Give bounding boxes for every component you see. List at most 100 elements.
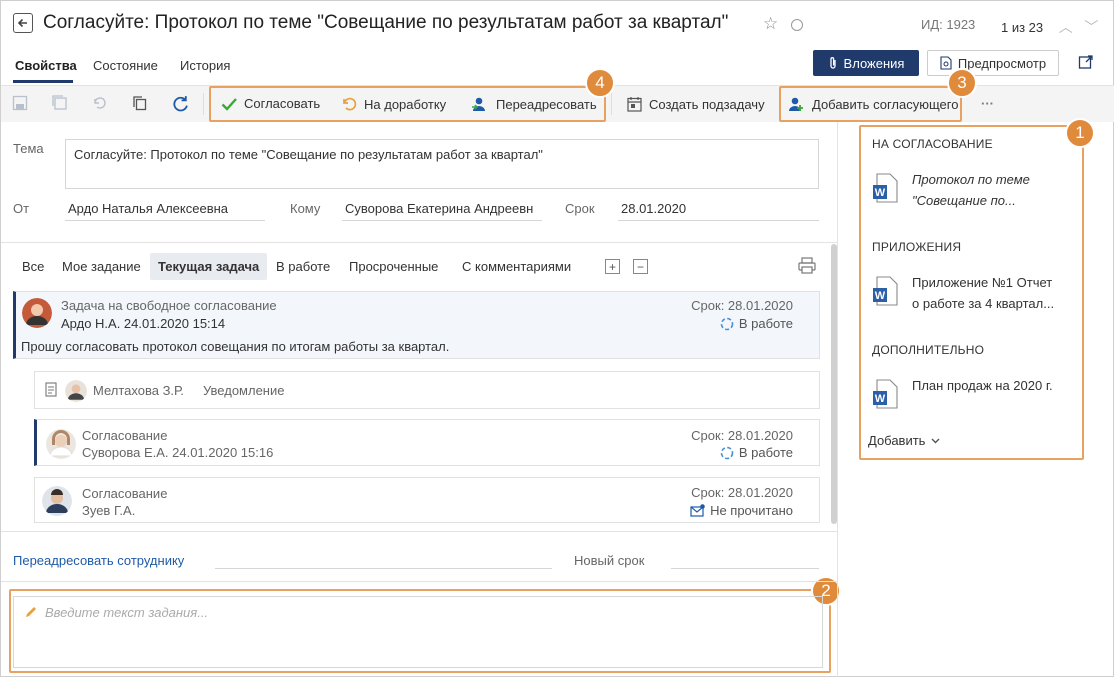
add-label: Добавить <box>868 433 926 448</box>
attachments-button[interactable]: Вложения <box>813 50 919 76</box>
pager: 1 из 23 ︿ ﹀ <box>1001 17 1098 37</box>
filter-current-task[interactable]: Текущая задача <box>150 253 268 280</box>
svg-text:W: W <box>875 187 886 199</box>
chevron-down-icon[interactable]: ﹀ <box>1084 19 1098 35</box>
subtask-title: Согласование <box>82 428 168 443</box>
subtask-due: Срок: 28.01.2020 <box>691 428 793 443</box>
star-icon[interactable]: ☆ <box>763 14 778 34</box>
filter-overdue[interactable]: Просроченные <box>349 259 438 274</box>
task-due: Срок: 28.01.2020 <box>691 298 793 313</box>
subtask-status-label: В работе <box>738 445 793 460</box>
new-due-label: Новый срок <box>574 553 645 568</box>
panel-divider <box>837 122 838 677</box>
active-tab-indicator <box>13 80 73 83</box>
preview-label: Предпросмотр <box>957 55 1047 71</box>
new-due-input-line[interactable] <box>671 568 819 569</box>
avatar <box>65 380 87 402</box>
task-status: В работе <box>720 316 793 331</box>
subtask-status: Не прочитано <box>690 503 793 518</box>
subtask-status-label: Не прочитано <box>710 503 793 518</box>
employee-input-line[interactable] <box>215 568 552 569</box>
filter-with-comments[interactable]: С комментариями <box>462 259 571 274</box>
spinner-icon <box>720 317 734 330</box>
task-author: Ардо Н.А. 24.01.2020 15:14 <box>61 316 226 331</box>
word-document-icon: W <box>873 276 898 306</box>
attachment-line2: о работе за 4 квартал... <box>912 296 1055 311</box>
theme-field[interactable]: Согласуйте: Протокол по теме "Совещание … <box>65 139 819 189</box>
calendar-task-icon <box>627 97 642 112</box>
tab-properties[interactable]: Свойства <box>15 58 77 73</box>
undo-icon[interactable] <box>91 94 109 112</box>
copy-icon[interactable] <box>131 94 149 112</box>
avatar <box>22 298 52 328</box>
forward-employee-link[interactable]: Переадресовать сотруднику <box>13 553 184 568</box>
tab-history[interactable]: История <box>180 58 230 73</box>
notice-type: Уведомление <box>203 383 285 398</box>
highlight-box-3 <box>779 86 962 122</box>
status-circle-icon[interactable] <box>791 19 803 31</box>
arrow-left-icon <box>17 18 27 28</box>
svg-text:W: W <box>875 393 886 405</box>
approval-doc-line1: Протокол по теме <box>912 172 1030 187</box>
word-document-icon: W <box>873 379 898 409</box>
avatar <box>42 486 72 516</box>
save-copy-icon[interactable] <box>51 94 69 112</box>
composer-placeholder: Введите текст задания... <box>45 605 209 620</box>
tab-state[interactable]: Состояние <box>93 58 158 73</box>
toolbar-separator <box>611 93 612 115</box>
callout-badge-1: 1 <box>1065 118 1095 148</box>
filter-in-progress[interactable]: В работе <box>276 259 330 274</box>
due-field[interactable]: 28.01.2020 <box>618 201 819 221</box>
subtask-due: Срок: 28.01.2020 <box>691 485 793 500</box>
pager-text: 1 из 23 <box>1001 20 1044 35</box>
section-divider <box>1 242 837 243</box>
task-text-composer[interactable]: Введите текст задания... <box>13 596 823 668</box>
subtask-author: Зуев Г.А. <box>82 503 136 518</box>
more-button[interactable]: ··· <box>981 96 994 111</box>
to-field[interactable]: Суворова Екатерина Андреевн <box>342 201 542 221</box>
chevron-up-icon[interactable]: ︿ <box>1059 19 1073 35</box>
expand-all-icon[interactable]: + <box>605 259 620 274</box>
document-icon <box>45 382 57 397</box>
from-field[interactable]: Ардо Наталья Алексеевна <box>65 201 265 221</box>
task-status-label: В работе <box>738 316 793 331</box>
avatar <box>46 429 76 459</box>
attachment-line1: Приложение №1 Отчет <box>912 275 1053 290</box>
collapse-all-icon[interactable]: − <box>633 259 648 274</box>
toolbar-separator <box>203 93 204 115</box>
back-button[interactable] <box>13 13 33 33</box>
due-label: Срок <box>565 201 595 216</box>
main-task-card[interactable]: Задача на свободное согласование Ардо Н.… <box>13 291 820 359</box>
subtask-card[interactable]: Согласование Зуев Г.А. Срок: 28.01.2020 … <box>34 477 820 523</box>
refresh-icon[interactable] <box>171 94 189 112</box>
word-document-icon: W <box>873 173 898 203</box>
theme-label: Тема <box>13 141 44 156</box>
task-text: Прошу согласовать протокол совещания по … <box>21 339 450 354</box>
chevron-down-icon <box>931 438 940 443</box>
highlight-box-4 <box>209 86 606 122</box>
save-icon[interactable] <box>11 94 29 112</box>
pencil-icon <box>26 607 36 617</box>
task-window: Согласуйте: Протокол по теме "Совещание … <box>0 0 1114 677</box>
subtask-status: В работе <box>720 445 793 460</box>
section-divider <box>1 581 837 582</box>
filter-my-task[interactable]: Мое задание <box>62 259 141 274</box>
filter-all[interactable]: Все <box>22 259 44 274</box>
create-subtask-button[interactable]: Создать подзадачу <box>627 96 765 112</box>
extra-section-title: ДОПОЛНИТЕЛЬНО <box>872 343 985 357</box>
print-icon[interactable] <box>798 257 816 274</box>
unread-mail-icon <box>690 504 705 517</box>
extra-doc-name: План продаж на 2020 г. <box>912 378 1053 393</box>
callout-badge-3: 3 <box>947 68 977 98</box>
task-title: Задача на свободное согласование <box>61 298 277 313</box>
subtask-title: Согласование <box>82 486 168 501</box>
add-dropdown[interactable]: Добавить <box>868 433 940 448</box>
attachments-section-title: ПРИЛОЖЕНИЯ <box>872 240 962 254</box>
spinner-icon <box>720 446 734 459</box>
create-subtask-label: Создать подзадачу <box>649 96 765 112</box>
subtask-card[interactable]: Согласование Суворова Е.А. 24.01.2020 15… <box>34 419 820 466</box>
svg-text:W: W <box>875 290 886 302</box>
preview-button[interactable]: Предпросмотр <box>927 50 1059 76</box>
notice-row[interactable]: Мелтахова З.Р. Уведомление <box>34 371 820 409</box>
open-external-icon[interactable] <box>1078 54 1094 70</box>
